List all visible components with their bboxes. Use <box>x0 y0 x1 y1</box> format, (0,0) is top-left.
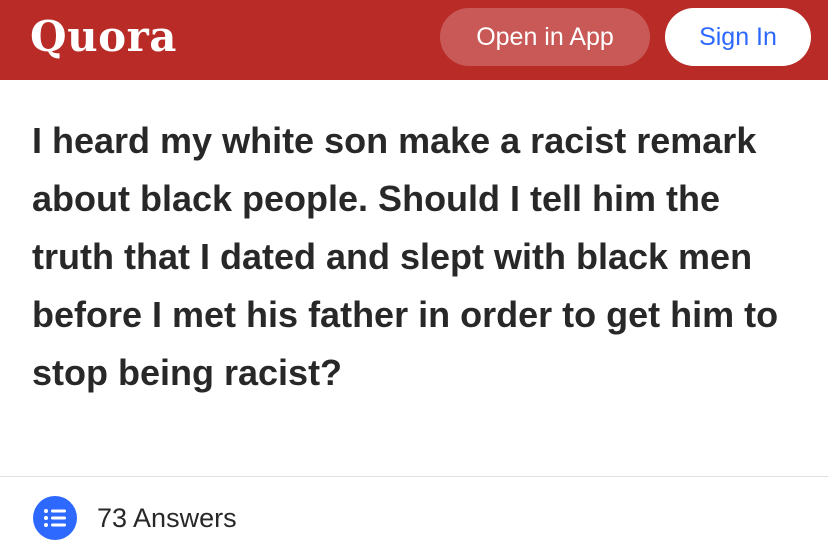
divider <box>0 476 828 477</box>
answers-count-label: 73 Answers <box>97 502 237 533</box>
open-in-app-button[interactable]: Open in App <box>440 8 650 66</box>
top-header: Quora Open in App Sign In <box>0 0 828 80</box>
quora-logo[interactable]: Quora <box>30 12 177 62</box>
sign-in-button[interactable]: Sign In <box>665 8 811 66</box>
question-title[interactable]: I heard my white son make a racist remar… <box>32 112 802 402</box>
answers-count-link[interactable]: 73 Answers <box>33 496 237 540</box>
list-icon <box>33 496 77 540</box>
